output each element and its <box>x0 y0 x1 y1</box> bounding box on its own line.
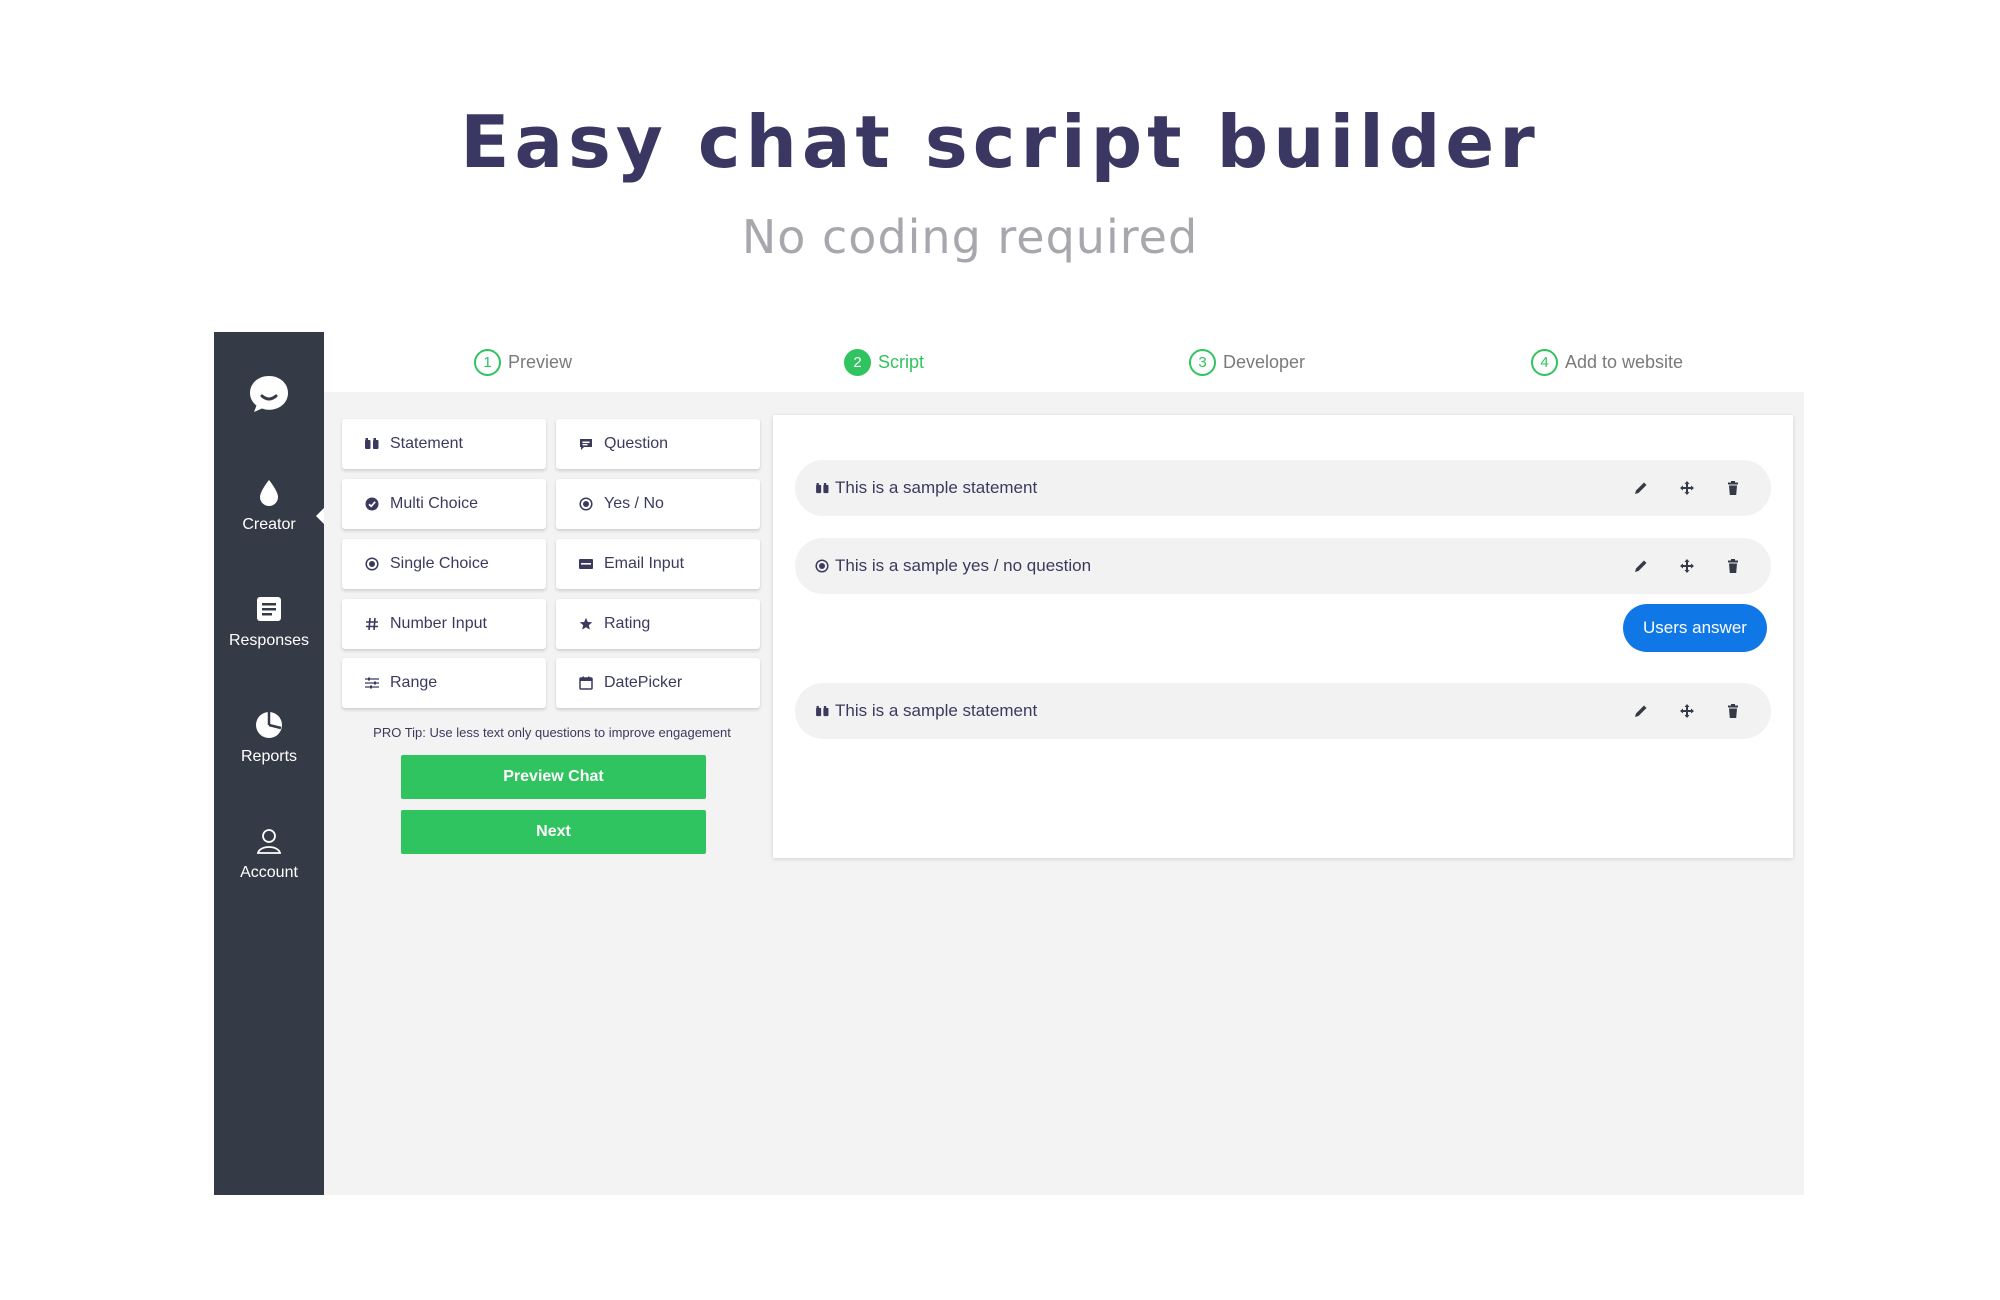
sidebar-item-responses[interactable]: Responses <box>214 594 324 650</box>
quote-icon <box>815 704 829 718</box>
step-label: Script <box>878 351 925 372</box>
step-script[interactable]: 2 Script <box>844 347 924 377</box>
sidebar-item-creator[interactable]: Creator <box>214 478 324 534</box>
step-preview[interactable]: 1 Preview <box>474 347 572 377</box>
sliders-icon <box>364 675 380 691</box>
palette-item-label: Question <box>604 435 669 452</box>
step-add-to-website[interactable]: 4 Add to website <box>1531 347 1683 377</box>
chat-logo-icon[interactable] <box>249 375 289 413</box>
sidebar-item-reports[interactable]: Reports <box>214 710 324 766</box>
edit-icon[interactable] <box>1633 558 1649 574</box>
palette-item-label: Single Choice <box>390 555 489 572</box>
move-icon[interactable] <box>1679 703 1695 719</box>
script-row-text: This is a sample statement <box>835 701 1038 720</box>
users-answer-bubble[interactable]: Users answer <box>1623 604 1767 652</box>
check-circle-icon <box>364 496 380 512</box>
pie-chart-icon <box>256 712 282 738</box>
add-email-input-button[interactable]: Email Input <box>556 539 760 589</box>
add-single-choice-button[interactable]: Single Choice <box>342 539 546 589</box>
sidebar-item-label: Creator <box>242 516 296 533</box>
delete-icon[interactable] <box>1725 703 1741 719</box>
script-row-text: This is a sample yes / no question <box>835 556 1092 575</box>
script-row-statement[interactable]: This is a sample statement <box>795 683 1771 739</box>
add-number-input-button[interactable]: Number Input <box>342 599 546 649</box>
add-question-button[interactable]: Question <box>556 419 760 469</box>
preview-chat-button[interactable]: Preview Chat <box>401 755 706 799</box>
script-row-text: This is a sample statement <box>835 478 1038 497</box>
palette-item-label: Number Input <box>390 615 487 632</box>
step-number: 3 <box>1189 348 1216 376</box>
move-icon[interactable] <box>1679 558 1695 574</box>
hero-subtitle: No coding required <box>741 210 1199 264</box>
document-icon <box>257 597 281 621</box>
step-number: 1 <box>474 348 501 376</box>
palette-item-label: Range <box>390 674 438 691</box>
palette-item-label: Rating <box>604 615 651 632</box>
email-icon <box>578 556 594 572</box>
add-datepicker-button[interactable]: DatePicker <box>556 658 760 708</box>
add-range-button[interactable]: Range <box>342 658 546 708</box>
quote-icon <box>815 481 829 495</box>
row-actions <box>1633 558 1741 574</box>
step-developer[interactable]: 3 Developer <box>1189 347 1305 377</box>
next-button[interactable]: Next <box>401 810 706 854</box>
sidebar-item-label: Reports <box>240 748 298 765</box>
steps-bar: 1 Preview 2 Script 3 Developer 4 Add to … <box>324 332 1804 392</box>
sidebar: Creator Responses Reports Account <box>214 332 324 1195</box>
row-actions <box>1633 480 1741 496</box>
edit-icon[interactable] <box>1633 480 1649 496</box>
palette-item-label: Email Input <box>604 555 685 572</box>
app-window: Creator Responses Reports Account 1 Prev… <box>214 332 1804 1195</box>
row-actions <box>1633 703 1741 719</box>
delete-icon[interactable] <box>1725 480 1741 496</box>
script-row-statement[interactable]: This is a sample statement <box>795 460 1771 516</box>
palette-item-label: Statement <box>390 435 463 452</box>
user-icon <box>256 829 282 854</box>
add-multi-choice-button[interactable]: Multi Choice <box>342 479 546 529</box>
drop-icon <box>260 480 278 506</box>
add-rating-button[interactable]: Rating <box>556 599 760 649</box>
sidebar-item-account[interactable]: Account <box>214 826 324 882</box>
step-label: Preview <box>508 351 573 372</box>
radio-icon <box>815 559 829 573</box>
calendar-icon <box>578 675 594 691</box>
radio-icon <box>364 556 380 572</box>
radio-icon <box>578 496 594 512</box>
palette-item-label: Multi Choice <box>390 495 479 512</box>
quote-icon <box>364 436 380 452</box>
palette-item-label: Yes / No <box>604 495 664 512</box>
script-row-yes-no[interactable]: This is a sample yes / no question <box>795 538 1771 594</box>
sidebar-item-label: Responses <box>228 632 310 649</box>
add-statement-button[interactable]: Statement <box>342 419 546 469</box>
chat-bubble-icon <box>578 436 594 452</box>
step-label: Developer <box>1223 351 1306 372</box>
step-label: Add to website <box>1565 351 1684 372</box>
edit-icon[interactable] <box>1633 703 1649 719</box>
delete-icon[interactable] <box>1725 558 1741 574</box>
step-number: 4 <box>1531 348 1558 376</box>
step-number: 2 <box>844 348 871 376</box>
hero-title: Easy chat script builder <box>460 100 1540 184</box>
add-yes-no-button[interactable]: Yes / No <box>556 479 760 529</box>
pro-tip: PRO Tip: Use less text only questions to… <box>373 725 731 740</box>
palette-item-label: DatePicker <box>604 674 683 691</box>
star-icon <box>578 616 594 632</box>
move-icon[interactable] <box>1679 480 1695 496</box>
sidebar-item-label: Account <box>240 864 298 881</box>
hash-icon <box>364 616 380 632</box>
script-canvas: This is a sample statement This is a sam… <box>773 415 1793 858</box>
